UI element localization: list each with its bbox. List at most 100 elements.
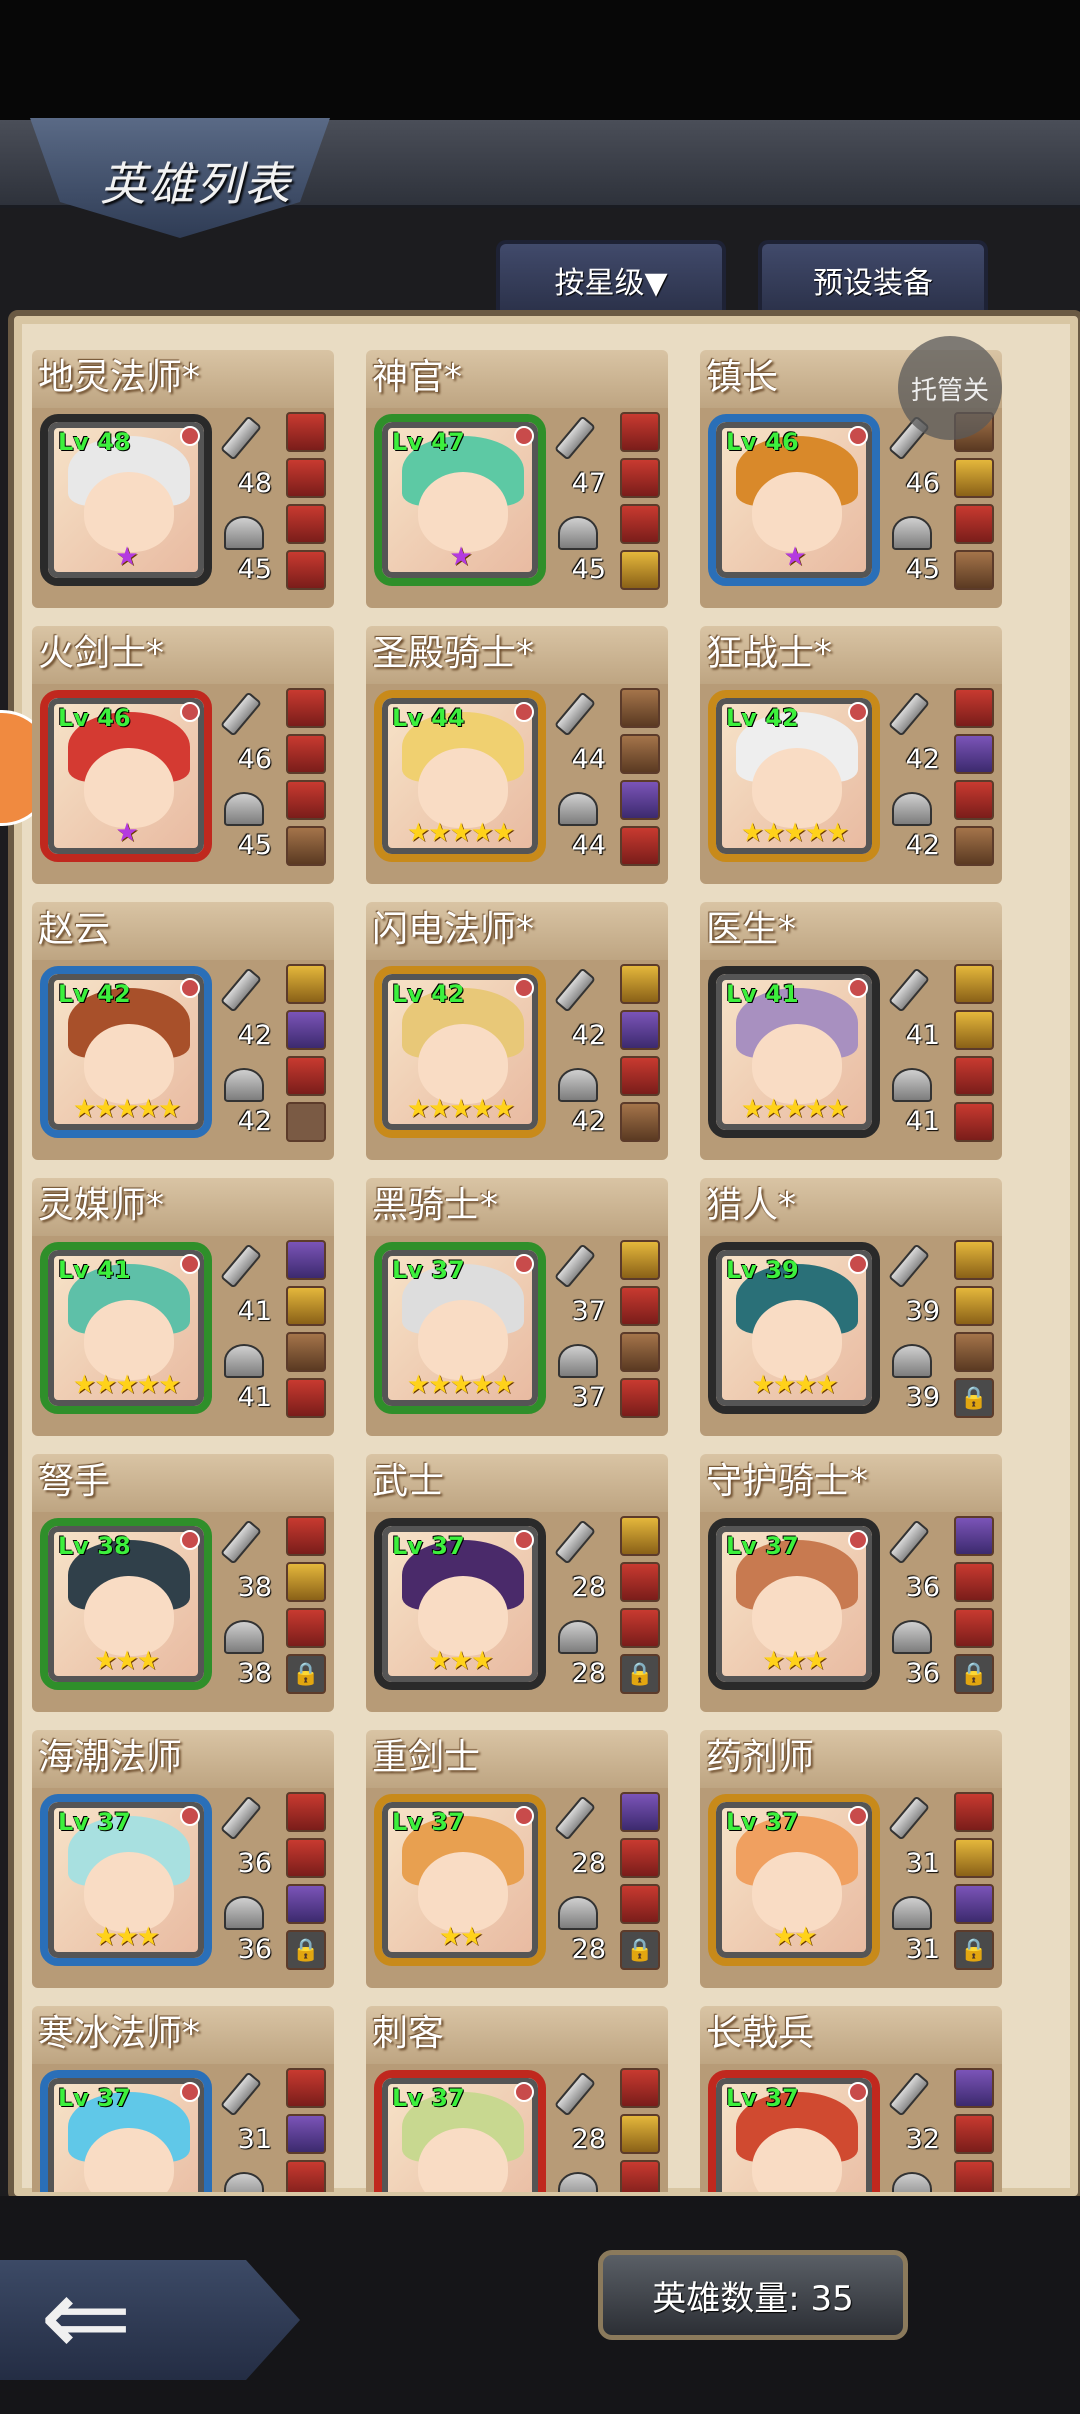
equipment-item-icon[interactable]	[954, 2160, 994, 2192]
hero-card[interactable]: 长戟兵Lv 37★★3232🔒	[700, 2006, 1002, 2192]
equipment-item-icon[interactable]	[286, 412, 326, 452]
equipment-item-icon[interactable]	[954, 504, 994, 544]
equipment-item-icon[interactable]	[620, 2160, 660, 2192]
equipment-item-icon[interactable]	[620, 1562, 660, 1602]
equipment-item-icon[interactable]	[620, 1102, 660, 1142]
hero-portrait[interactable]: Lv 37★★	[40, 2070, 212, 2192]
hero-portrait[interactable]: Lv 46 ★	[708, 414, 880, 586]
locked-slot-icon[interactable]: 🔒	[286, 1654, 326, 1694]
locked-slot-icon[interactable]: 🔒	[954, 1930, 994, 1970]
sort-by-star-button[interactable]: 按星级▼	[496, 240, 726, 316]
equipment-item-icon[interactable]	[954, 1884, 994, 1924]
hero-card[interactable]: 闪电法师* Lv 42 ★★★★★ 42 42	[366, 902, 668, 1160]
hero-portrait[interactable]: Lv 37 ★★★	[40, 1794, 212, 1966]
locked-slot-icon[interactable]: 🔒	[954, 1654, 994, 1694]
hero-portrait[interactable]: Lv 37 ★★★	[374, 1518, 546, 1690]
equipment-item-icon[interactable]	[286, 1240, 326, 1280]
equipment-item-icon[interactable]	[954, 2068, 994, 2108]
equipment-item-icon[interactable]	[620, 1608, 660, 1648]
equipment-item-icon[interactable]	[286, 1884, 326, 1924]
equipment-item-icon[interactable]	[286, 1378, 326, 1418]
equipment-item-icon[interactable]	[286, 550, 326, 590]
hero-card[interactable]: 火剑士* Lv 46 ★ 46 45	[32, 626, 334, 884]
hero-card[interactable]: 神官* Lv 47 ★ 47 45	[366, 350, 668, 608]
hero-card[interactable]: 刺客Lv 37★★2828🔒	[366, 2006, 668, 2192]
equipment-item-icon[interactable]	[286, 1332, 326, 1372]
equipment-item-icon[interactable]	[620, 826, 660, 866]
equipment-item-icon[interactable]	[954, 2114, 994, 2154]
equipment-item-icon[interactable]	[286, 1286, 326, 1326]
hero-card[interactable]: 灵媒师* Lv 41 ★★★★★ 41 41	[32, 1178, 334, 1436]
equipment-item-icon[interactable]	[620, 1516, 660, 1556]
locked-slot-icon[interactable]: 🔒	[620, 1654, 660, 1694]
preset-equipment-button[interactable]: 预设装备	[758, 240, 988, 316]
hero-portrait[interactable]: Lv 44 ★★★★★	[374, 690, 546, 862]
hero-card[interactable]: 守护骑士* Lv 37 ★★★ 36 36 🔒	[700, 1454, 1002, 1712]
hero-card[interactable]: 弩手 Lv 38 ★★★ 38 38 🔒	[32, 1454, 334, 1712]
equipment-item-icon[interactable]	[286, 1838, 326, 1878]
equipment-item-icon[interactable]	[286, 688, 326, 728]
equipment-item-icon[interactable]	[954, 1240, 994, 1280]
hero-portrait[interactable]: Lv 37★★	[708, 1794, 880, 1966]
equipment-item-icon[interactable]	[620, 1792, 660, 1832]
hero-card[interactable]: 猎人* Lv 39 ★★★★ 39 39 🔒	[700, 1178, 1002, 1436]
equipment-item-icon[interactable]	[620, 1056, 660, 1096]
equipment-item-icon[interactable]	[954, 734, 994, 774]
hero-grid[interactable]: 地灵法师* Lv 48 ★ 48 45 神官* Lv 47 ★ 47 45 镇长 Lv 46 ★ 46 45…	[14, 330, 1066, 2192]
hero-portrait[interactable]: Lv 37 ★★★★★	[374, 1242, 546, 1414]
equipment-item-icon[interactable]	[286, 458, 326, 498]
hero-card[interactable]: 寒冰法师*Lv 37★★3131🔒	[32, 2006, 334, 2192]
equipment-item-icon[interactable]	[286, 964, 326, 1004]
hero-card[interactable]: 武士 Lv 37 ★★★ 28 28 🔒	[366, 1454, 668, 1712]
hero-portrait[interactable]: Lv 37★★	[708, 2070, 880, 2192]
equipment-item-icon[interactable]	[286, 1516, 326, 1556]
hero-portrait[interactable]: Lv 42 ★★★★★	[374, 966, 546, 1138]
hero-card[interactable]: 赵云 Lv 42 ★★★★★ 42 42	[32, 902, 334, 1160]
equipment-item-icon[interactable]	[954, 550, 994, 590]
equipment-item-icon[interactable]	[954, 688, 994, 728]
hero-card[interactable]: 医生* Lv 41 ★★★★★ 41 41	[700, 902, 1002, 1160]
equipment-item-icon[interactable]	[620, 1010, 660, 1050]
hero-card[interactable]: 圣殿骑士* Lv 44 ★★★★★ 44 44	[366, 626, 668, 884]
hero-card[interactable]: 黑骑士* Lv 37 ★★★★★ 37 37	[366, 1178, 668, 1436]
hero-portrait[interactable]: Lv 47 ★	[374, 414, 546, 586]
equipment-item-icon[interactable]	[620, 2068, 660, 2108]
equipment-item-icon[interactable]	[954, 1332, 994, 1372]
locked-slot-icon[interactable]: 🔒	[286, 1930, 326, 1970]
equipment-item-icon[interactable]	[286, 1056, 326, 1096]
equipment-item-icon[interactable]	[620, 1286, 660, 1326]
equipment-item-icon[interactable]	[954, 1562, 994, 1602]
hero-card[interactable]: 地灵法师* Lv 48 ★ 48 45	[32, 350, 334, 608]
equipment-item-icon[interactable]	[954, 964, 994, 1004]
equipment-item-icon[interactable]	[620, 688, 660, 728]
equipment-item-icon[interactable]	[954, 458, 994, 498]
equipment-item-icon[interactable]	[620, 1884, 660, 1924]
equipment-item-icon[interactable]	[286, 2160, 326, 2192]
hero-portrait[interactable]: Lv 39 ★★★★	[708, 1242, 880, 1414]
equipment-item-icon[interactable]	[620, 1240, 660, 1280]
hero-card[interactable]: 重剑士 Lv 37 ★★ 28 28 🔒	[366, 1730, 668, 1988]
equipment-item-icon[interactable]	[954, 826, 994, 866]
locked-slot-icon[interactable]: 🔒	[954, 1378, 994, 1418]
hero-portrait[interactable]: Lv 37★★	[374, 1794, 546, 1966]
hero-portrait[interactable]: Lv 42 ★★★★★	[708, 690, 880, 862]
equipment-item-icon[interactable]	[286, 1608, 326, 1648]
hero-portrait[interactable]: Lv 46 ★	[40, 690, 212, 862]
equipment-item-icon[interactable]	[954, 1608, 994, 1648]
hero-portrait[interactable]: Lv 48 ★	[40, 414, 212, 586]
equipment-item-icon[interactable]	[286, 1102, 326, 1142]
equipment-item-icon[interactable]	[286, 2068, 326, 2108]
equipment-item-icon[interactable]	[620, 734, 660, 774]
equipment-item-icon[interactable]	[620, 2114, 660, 2154]
hero-portrait[interactable]: Lv 41 ★★★★★	[40, 1242, 212, 1414]
equipment-item-icon[interactable]	[620, 964, 660, 1004]
hero-portrait[interactable]: Lv 41 ★★★★★	[708, 966, 880, 1138]
equipment-item-icon[interactable]	[620, 1838, 660, 1878]
equipment-item-icon[interactable]	[286, 1562, 326, 1602]
equipment-item-icon[interactable]	[286, 2114, 326, 2154]
hero-portrait[interactable]: Lv 42 ★★★★★	[40, 966, 212, 1138]
equipment-item-icon[interactable]	[620, 1332, 660, 1372]
equipment-item-icon[interactable]	[286, 1792, 326, 1832]
hero-portrait[interactable]: Lv 37 ★★★	[708, 1518, 880, 1690]
equipment-item-icon[interactable]	[620, 412, 660, 452]
